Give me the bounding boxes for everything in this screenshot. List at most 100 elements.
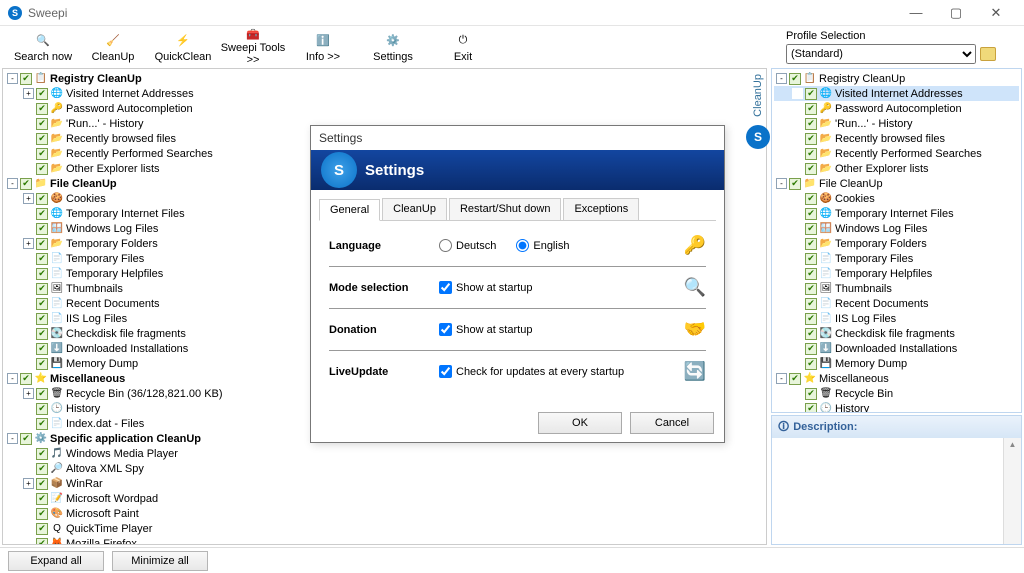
profile-tree[interactable]: -✔📋Registry CleanUp✔🌐Visited Internet Ad… <box>771 68 1022 413</box>
tree-checkbox[interactable]: ✔ <box>36 163 48 175</box>
window-close-button[interactable]: ✕ <box>976 3 1016 23</box>
toolbar-info[interactable]: ℹ️Info >> <box>288 26 358 66</box>
tree-row[interactable]: ✔🔑Password Autocompletion <box>5 101 764 116</box>
window-maximize-button[interactable]: ▢ <box>936 3 976 23</box>
tree-row[interactable]: ✔🍪Cookies <box>774 191 1019 206</box>
tree-checkbox[interactable]: ✔ <box>789 373 801 385</box>
tree-checkbox[interactable]: ✔ <box>20 178 32 190</box>
tree-checkbox[interactable]: ✔ <box>805 283 817 295</box>
tree-row[interactable]: ✔📂Temporary Folders <box>774 236 1019 251</box>
lang-deutsch-radio[interactable]: Deutsch <box>439 239 496 252</box>
dialog-tab-exceptions[interactable]: Exceptions <box>563 198 639 220</box>
dialog-tab-restart-shut-down[interactable]: Restart/Shut down <box>449 198 562 220</box>
tree-toggle[interactable]: + <box>23 478 34 489</box>
tree-checkbox[interactable]: ✔ <box>36 223 48 235</box>
mode-startup-checkbox[interactable]: Show at startup <box>439 281 532 294</box>
tree-checkbox[interactable]: ✔ <box>36 508 48 520</box>
description-scrollbar[interactable] <box>1003 438 1021 544</box>
tree-checkbox[interactable]: ✔ <box>36 298 48 310</box>
tree-checkbox[interactable]: ✔ <box>805 208 817 220</box>
dialog-tab-cleanup[interactable]: CleanUp <box>382 198 447 220</box>
tree-checkbox[interactable]: ✔ <box>805 238 817 250</box>
tree-checkbox[interactable]: ✔ <box>805 253 817 265</box>
tree-row[interactable]: ✔📂Other Explorer lists <box>774 161 1019 176</box>
tree-row[interactable]: ✔🗑Recycle Bin <box>774 386 1019 401</box>
tree-checkbox[interactable]: ✔ <box>805 313 817 325</box>
cleanup-side-tab[interactable]: CleanUp S <box>746 70 770 149</box>
tree-row[interactable]: ✔📄IIS Log Files <box>774 311 1019 326</box>
tree-toggle[interactable]: - <box>7 373 18 384</box>
dialog-cancel-button[interactable]: Cancel <box>630 412 714 434</box>
tree-checkbox[interactable]: ✔ <box>805 268 817 280</box>
tree-checkbox[interactable]: ✔ <box>36 538 48 546</box>
tree-row[interactable]: -✔📁File CleanUp <box>774 176 1019 191</box>
tree-checkbox[interactable]: ✔ <box>36 463 48 475</box>
tree-checkbox[interactable]: ✔ <box>805 148 817 160</box>
tree-checkbox[interactable]: ✔ <box>36 328 48 340</box>
tree-checkbox[interactable]: ✔ <box>36 103 48 115</box>
tree-checkbox[interactable]: ✔ <box>789 73 801 85</box>
tree-checkbox[interactable]: ✔ <box>805 163 817 175</box>
profile-select[interactable]: (Standard) <box>786 44 976 64</box>
tree-checkbox[interactable]: ✔ <box>36 358 48 370</box>
tree-toggle[interactable]: - <box>776 373 787 384</box>
tree-checkbox[interactable]: ✔ <box>36 343 48 355</box>
tree-checkbox[interactable]: ✔ <box>789 178 801 190</box>
tree-checkbox[interactable]: ✔ <box>20 73 32 85</box>
tree-checkbox[interactable]: ✔ <box>805 133 817 145</box>
tree-checkbox[interactable]: ✔ <box>36 403 48 415</box>
tree-checkbox[interactable]: ✔ <box>36 268 48 280</box>
folder-icon[interactable] <box>980 47 996 61</box>
tree-checkbox[interactable]: ✔ <box>805 388 817 400</box>
tree-checkbox[interactable]: ✔ <box>36 208 48 220</box>
tree-toggle[interactable]: + <box>23 238 34 249</box>
tree-row[interactable]: ✔🎨Microsoft Paint <box>5 506 764 521</box>
window-minimize-button[interactable]: — <box>896 3 936 23</box>
dialog-ok-button[interactable]: OK <box>538 412 622 434</box>
dialog-tab-general[interactable]: General <box>319 199 380 221</box>
donation-startup-checkbox[interactable]: Show at startup <box>439 323 532 336</box>
tree-checkbox[interactable]: ✔ <box>805 403 817 414</box>
tree-checkbox[interactable]: ✔ <box>36 88 48 100</box>
tree-checkbox[interactable]: ✔ <box>805 223 817 235</box>
tree-checkbox[interactable]: ✔ <box>805 358 817 370</box>
tree-checkbox[interactable]: ✔ <box>36 448 48 460</box>
tree-checkbox[interactable]: ✔ <box>36 418 48 430</box>
tree-checkbox[interactable]: ✔ <box>805 193 817 205</box>
tree-row[interactable]: ✔💾Memory Dump <box>774 356 1019 371</box>
tree-checkbox[interactable]: ✔ <box>805 328 817 340</box>
tree-checkbox[interactable]: ✔ <box>805 103 817 115</box>
toolbar-sweepi-tools[interactable]: 🧰Sweepi Tools >> <box>218 26 288 66</box>
expand-all-button[interactable]: Expand all <box>8 551 104 571</box>
tree-checkbox[interactable]: ✔ <box>36 388 48 400</box>
tree-row[interactable]: ✔📂'Run...' - History <box>774 116 1019 131</box>
tree-row[interactable]: ✔🔎Altova XML Spy <box>5 461 764 476</box>
tree-toggle[interactable]: + <box>23 388 34 399</box>
toolbar-exit[interactable]: ⏻Exit <box>428 26 498 66</box>
tree-checkbox[interactable]: ✔ <box>805 118 817 130</box>
tree-row[interactable]: ✔🖼Thumbnails <box>774 281 1019 296</box>
tree-row[interactable]: ✔📂Recently browsed files <box>774 131 1019 146</box>
tree-row[interactable]: ✔📄Recent Documents <box>774 296 1019 311</box>
tree-row[interactable]: ✔📝Microsoft Wordpad <box>5 491 764 506</box>
tree-row[interactable]: -✔⭐Miscellaneous <box>774 371 1019 386</box>
tree-row[interactable]: ✔🎵Windows Media Player <box>5 446 764 461</box>
tree-row[interactable]: -✔📋Registry CleanUp <box>5 71 764 86</box>
tree-toggle[interactable]: + <box>23 193 34 204</box>
minimize-all-button[interactable]: Minimize all <box>112 551 208 571</box>
tree-row[interactable]: ✔📂Recently Performed Searches <box>774 146 1019 161</box>
tree-toggle[interactable]: - <box>7 433 18 444</box>
tree-row[interactable]: +✔🌐Visited Internet Addresses <box>5 86 764 101</box>
tree-row[interactable]: ✔🪟Windows Log Files <box>774 221 1019 236</box>
tree-row[interactable]: ✔🌐Temporary Internet Files <box>774 206 1019 221</box>
tree-checkbox[interactable]: ✔ <box>36 253 48 265</box>
tree-checkbox[interactable]: ✔ <box>805 343 817 355</box>
tree-checkbox[interactable]: ✔ <box>36 478 48 490</box>
tree-row[interactable]: +✔📦WinRar <box>5 476 764 491</box>
toolbar-cleanup[interactable]: 🧹CleanUp <box>78 26 148 66</box>
liveupdate-checkbox[interactable]: Check for updates at every startup <box>439 365 624 378</box>
tree-checkbox[interactable]: ✔ <box>36 118 48 130</box>
tree-row[interactable]: ✔🦊Mozilla Firefox <box>5 536 764 545</box>
tree-toggle[interactable]: - <box>7 73 18 84</box>
tree-checkbox[interactable]: ✔ <box>805 298 817 310</box>
